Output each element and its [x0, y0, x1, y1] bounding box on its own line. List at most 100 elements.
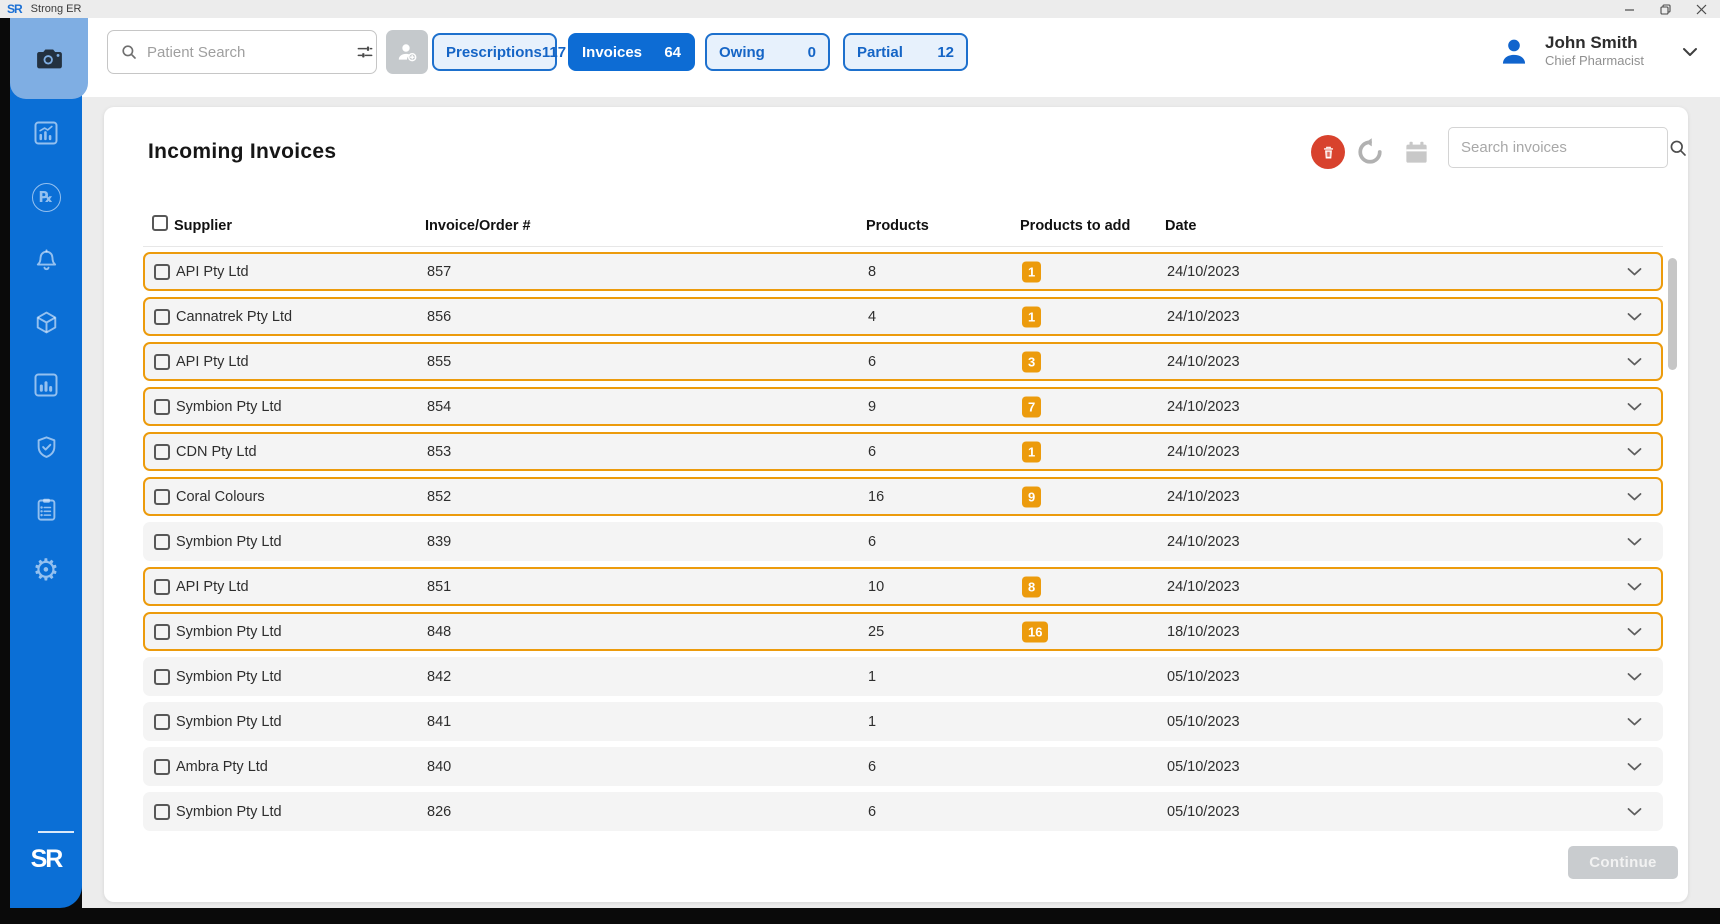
maximize-restore-icon[interactable] — [1658, 2, 1672, 16]
products-to-add-badge: 1 — [1022, 306, 1041, 327]
sidebar-item-active[interactable] — [10, 18, 88, 99]
row-checkbox[interactable] — [154, 354, 170, 370]
sidebar-item-analytics[interactable] — [10, 111, 82, 155]
row-checkbox[interactable] — [154, 534, 170, 550]
products-count-cell: 6 — [868, 534, 876, 550]
sidebar-item-notifications[interactable] — [10, 238, 82, 282]
add-patient-button[interactable] — [386, 30, 428, 74]
table-row[interactable]: CDN Pty Ltd 853 6 1 24/10/2023 — [143, 432, 1663, 471]
user-avatar-icon — [1497, 35, 1531, 69]
delete-button[interactable] — [1311, 135, 1345, 169]
chevron-down-icon[interactable] — [1627, 447, 1642, 456]
table-row[interactable]: Ambra Pty Ltd 840 6 05/10/2023 — [143, 747, 1663, 786]
table-row[interactable]: Symbion Pty Ltd 841 1 05/10/2023 — [143, 702, 1663, 741]
table-row[interactable]: Symbion Pty Ltd 848 25 16 18/10/2023 — [143, 612, 1663, 651]
sidebar-item-settings[interactable]: ⚙ — [10, 549, 82, 593]
row-checkbox[interactable] — [154, 399, 170, 415]
date-cell: 24/10/2023 — [1167, 309, 1240, 325]
products-to-add-badge: 3 — [1022, 351, 1041, 372]
chevron-down-icon[interactable] — [1627, 312, 1642, 321]
sidebar-item-compliance[interactable] — [10, 425, 82, 469]
user-name: John Smith — [1545, 33, 1644, 53]
table-row[interactable]: API Pty Ltd 857 8 1 24/10/2023 — [143, 252, 1663, 291]
table-row[interactable]: Symbion Pty Ltd 839 6 24/10/2023 — [143, 522, 1663, 561]
scrollbar-thumb[interactable] — [1668, 258, 1677, 370]
sidebar-item-prescriptions[interactable]: ℞ — [10, 175, 82, 219]
table-row[interactable]: Symbion Pty Ltd 842 1 05/10/2023 — [143, 657, 1663, 696]
row-checkbox[interactable] — [154, 579, 170, 595]
chevron-down-icon[interactable] — [1627, 402, 1642, 411]
refresh-button[interactable] — [1355, 137, 1385, 167]
table-row[interactable]: Symbion Pty Ltd 826 6 05/10/2023 — [143, 792, 1663, 831]
chevron-down-icon[interactable] — [1627, 492, 1642, 501]
chevron-down-icon[interactable] — [1627, 672, 1642, 681]
table-row[interactable]: Cannatrek Pty Ltd 856 4 1 24/10/2023 — [143, 297, 1663, 336]
window-controls — [1622, 0, 1720, 18]
sr-logo: SR — [10, 845, 82, 874]
chevron-down-icon[interactable] — [1627, 267, 1642, 276]
table-row[interactable]: API Pty Ltd 855 6 3 24/10/2023 — [143, 342, 1663, 381]
table-row[interactable]: Symbion Pty Ltd 854 9 7 24/10/2023 — [143, 387, 1663, 426]
products-count-cell: 6 — [868, 354, 876, 370]
calendar-button[interactable] — [1401, 138, 1431, 166]
table-row[interactable]: API Pty Ltd 851 10 8 24/10/2023 — [143, 567, 1663, 606]
calendar-icon — [1402, 139, 1431, 166]
chip-count: 12 — [937, 44, 954, 61]
tab-partial[interactable]: Partial 12 — [843, 33, 968, 71]
row-checkbox[interactable] — [154, 804, 170, 820]
patient-search-field[interactable] — [107, 30, 377, 74]
header-divider — [143, 246, 1663, 247]
row-checkbox[interactable] — [154, 669, 170, 685]
row-checkbox[interactable] — [154, 759, 170, 775]
row-checkbox[interactable] — [154, 714, 170, 730]
row-checkbox[interactable] — [154, 624, 170, 640]
date-cell: 05/10/2023 — [1167, 804, 1240, 820]
refresh-icon — [1355, 137, 1385, 167]
chevron-down-icon[interactable] — [1627, 807, 1642, 816]
user-role: Chief Pharmacist — [1545, 53, 1644, 70]
table-row[interactable]: Coral Colours 852 16 9 24/10/2023 — [143, 477, 1663, 516]
close-icon[interactable] — [1694, 2, 1708, 16]
supplier-cell: Symbion Pty Ltd — [176, 669, 282, 685]
date-cell: 24/10/2023 — [1167, 354, 1240, 370]
chevron-down-icon[interactable] — [1627, 627, 1642, 636]
date-cell: 05/10/2023 — [1167, 669, 1240, 685]
row-checkbox[interactable] — [154, 309, 170, 325]
products-count-cell: 6 — [868, 759, 876, 775]
products-count-cell: 16 — [868, 489, 884, 505]
sidebar-item-reports[interactable] — [10, 363, 82, 407]
chip-label: Prescriptions — [446, 44, 542, 61]
invoice-search-input[interactable] — [1461, 139, 1660, 156]
col-invoice-order: Invoice/Order # — [425, 218, 531, 234]
chip-count: 64 — [664, 44, 681, 61]
invoice-number-cell: 853 — [427, 444, 451, 460]
continue-button[interactable]: Continue — [1568, 846, 1678, 879]
tab-invoices[interactable]: Invoices 64 — [568, 33, 695, 71]
minimize-icon[interactable] — [1622, 2, 1636, 16]
sidebar-item-inventory[interactable] — [10, 300, 82, 344]
chevron-down-icon[interactable] — [1627, 582, 1642, 591]
sidebar-item-orders[interactable] — [10, 487, 82, 531]
user-menu[interactable]: John Smith Chief Pharmacist — [1497, 33, 1698, 70]
chevron-down-icon[interactable] — [1627, 357, 1642, 366]
invoice-search-field[interactable] — [1448, 127, 1668, 168]
invoice-number-cell: 856 — [427, 309, 451, 325]
chevron-down-icon[interactable] — [1627, 762, 1642, 771]
products-to-add-badge: 9 — [1022, 486, 1041, 507]
invoice-number-cell: 840 — [427, 759, 451, 775]
filter-tune-icon[interactable] — [355, 42, 375, 62]
chevron-down-icon[interactable] — [1627, 717, 1642, 726]
invoice-number-cell: 857 — [427, 264, 451, 280]
products-count-cell: 25 — [868, 624, 884, 640]
row-checkbox[interactable] — [154, 489, 170, 505]
chip-count: 117 — [542, 44, 566, 61]
products-to-add-badge: 1 — [1022, 261, 1041, 282]
tab-prescriptions[interactable]: Prescriptions 117 — [432, 33, 557, 71]
supplier-cell: Cannatrek Pty Ltd — [176, 309, 292, 325]
chevron-down-icon[interactable] — [1627, 537, 1642, 546]
patient-search-input[interactable] — [147, 44, 346, 61]
row-checkbox[interactable] — [154, 264, 170, 280]
tab-owing[interactable]: Owing 0 — [705, 33, 830, 71]
row-checkbox[interactable] — [154, 444, 170, 460]
select-all-checkbox[interactable] — [152, 215, 168, 231]
